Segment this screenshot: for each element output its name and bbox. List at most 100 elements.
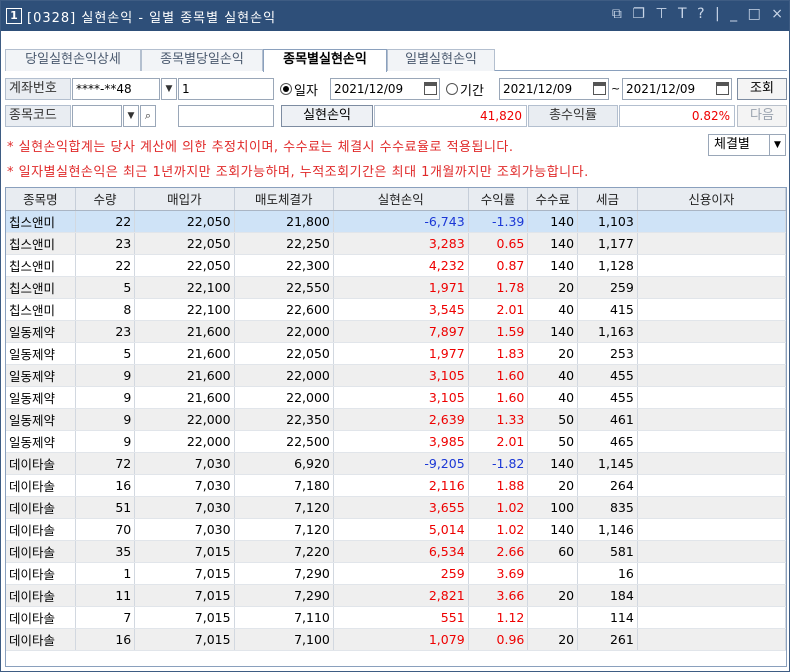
cell-name: 칩스앤미 — [6, 276, 76, 299]
table-row[interactable]: 데이타솔 72 7,030 6,920 -9,205 -1.82 140 1,145 — [6, 452, 786, 475]
table-row[interactable]: 일동제약 9 21,600 22,000 3,105 1.60 40 455 — [6, 364, 786, 387]
tab-stock-realized[interactable]: 종목별실현손익 — [263, 49, 387, 72]
cell-tax: 1,145 — [577, 452, 638, 475]
period-radio[interactable] — [446, 83, 458, 95]
cell-name: 일동제약 — [6, 430, 76, 453]
cell-qty: 22 — [75, 210, 136, 233]
table-row[interactable]: 일동제약 9 21,600 22,000 3,105 1.60 40 455 — [6, 386, 786, 409]
cell-credit-interest — [637, 518, 786, 541]
cell-fee: 40 — [527, 364, 579, 387]
total-return-label: 총수익률 — [528, 105, 618, 127]
col-header-qty[interactable]: 수량 — [75, 188, 136, 211]
minimize-icon[interactable]: _ — [730, 6, 737, 22]
cell-credit-interest — [637, 474, 786, 497]
next-button[interactable]: 다음 — [737, 105, 787, 127]
table-row[interactable]: 데이타솔 51 7,030 7,120 3,655 1.02 100 835 — [6, 496, 786, 519]
cell-qty: 72 — [75, 452, 136, 475]
cell-name: 데이타솔 — [6, 606, 76, 629]
cell-name: 칩스앤미 — [6, 254, 76, 277]
cell-sell-price: 7,100 — [234, 628, 334, 651]
table-row[interactable]: 데이타솔 1 7,015 7,290 259 3.69 16 — [6, 562, 786, 585]
pin-icon[interactable]: ⊤ — [655, 6, 667, 22]
account-sub-input[interactable]: 1 — [178, 78, 274, 100]
font-icon[interactable]: T — [678, 6, 687, 22]
code-input[interactable] — [72, 105, 122, 127]
cell-qty: 8 — [75, 298, 136, 321]
tab-strip: 당일실현손익상세 종목별당일손익 종목별실현손익 일별실현손익 — [5, 49, 787, 72]
table-row[interactable]: 일동제약 23 21,600 22,000 7,897 1.59 140 1,163 — [6, 320, 786, 343]
cell-tax: 253 — [577, 342, 638, 365]
sort-select[interactable]: 체결별 ▼ — [708, 134, 786, 156]
cell-name: 일동제약 — [6, 408, 76, 431]
cell-sell-price: 7,290 — [234, 562, 334, 585]
table-row[interactable]: 데이타솔 70 7,030 7,120 5,014 1.02 140 1,146 — [6, 518, 786, 541]
table-row[interactable]: 칩스앤미 22 22,050 22,300 4,232 0.87 140 1,128 — [6, 254, 786, 277]
col-header-return[interactable]: 수익률 — [468, 188, 529, 211]
cell-fee: 20 — [527, 474, 579, 497]
table-row[interactable]: 데이타솔 35 7,015 7,220 6,534 2.66 60 581 — [6, 540, 786, 563]
col-header-name[interactable]: 종목명 — [6, 188, 76, 211]
code-dropdown-icon[interactable]: ▼ — [123, 105, 139, 127]
cell-credit-interest — [637, 430, 786, 453]
table-row[interactable]: 칩스앤미 5 22,100 22,550 1,971 1.78 20 259 — [6, 276, 786, 299]
account-dropdown-icon[interactable]: ▼ — [161, 78, 177, 100]
cell-sell-price: 22,050 — [234, 342, 334, 365]
col-header-fee[interactable]: 수수료 — [527, 188, 579, 211]
search-icon[interactable]: ⌕ — [140, 105, 156, 127]
table-row[interactable]: 칩스앤미 8 22,100 22,600 3,545 2.01 40 415 — [6, 298, 786, 321]
cell-sell-price: 22,000 — [234, 386, 334, 409]
calendar-icon[interactable] — [593, 82, 606, 95]
tab-stock-today[interactable]: 종목별당일손익 — [141, 49, 263, 71]
table-row[interactable]: 데이타솔 7 7,015 7,110 551 1.12 114 — [6, 606, 786, 629]
cell-name: 일동제약 — [6, 364, 76, 387]
cell-realized-pnl: -6,743 — [333, 210, 469, 233]
help-icon[interactable]: ? — [697, 6, 704, 22]
cell-return: 1.83 — [468, 342, 529, 365]
calendar-icon[interactable] — [716, 82, 729, 95]
link-icon[interactable]: ⧉ — [612, 6, 622, 22]
copy-icon[interactable]: ❐ — [632, 6, 645, 22]
cell-name: 데이타솔 — [6, 518, 76, 541]
col-header-realized-pnl[interactable]: 실현손익 — [333, 188, 469, 211]
cell-fee: 140 — [527, 254, 579, 277]
table-row[interactable]: 칩스앤미 22 22,050 21,800 -6,743 -1.39 140 1,103 — [6, 210, 786, 233]
table-row[interactable]: 데이타솔 16 7,015 7,100 1,079 0.96 20 261 — [6, 628, 786, 651]
chevron-down-icon[interactable]: ▼ — [769, 135, 785, 155]
table-row[interactable]: 데이타솔 11 7,015 7,290 2,821 3.66 20 184 — [6, 584, 786, 607]
cell-realized-pnl: 551 — [333, 606, 469, 629]
result-table[interactable]: 종목명 수량 매입가 매도체결가 실현손익 수익률 수수료 세금 신용이자 칩스… — [5, 187, 787, 667]
date-radio[interactable] — [280, 83, 292, 95]
cell-tax: 1,177 — [577, 232, 638, 255]
account-input[interactable]: ****-**48 — [72, 78, 160, 100]
cell-buy-price: 7,015 — [134, 540, 235, 563]
tab-daily-realized[interactable]: 일별실현손익 — [387, 49, 495, 71]
table-row[interactable]: 일동제약 9 22,000 22,350 2,639 1.33 50 461 — [6, 408, 786, 431]
title-bar: 1 [0328] 실현손익 - 일별 종목별 실현손익 ⧉ ❐ ⊤ T ? | … — [1, 1, 789, 31]
period-to-input[interactable]: 2021/12/09 — [622, 78, 732, 100]
period-from-input[interactable]: 2021/12/09 — [499, 78, 609, 100]
col-header-sell-price[interactable]: 매도체결가 — [234, 188, 334, 211]
cell-qty: 11 — [75, 584, 136, 607]
cell-buy-price: 22,100 — [134, 298, 235, 321]
col-header-credit-interest[interactable]: 신용이자 — [637, 188, 786, 211]
query-button[interactable]: 조회 — [737, 78, 787, 100]
table-row[interactable]: 일동제약 5 21,600 22,050 1,977 1.83 20 253 — [6, 342, 786, 365]
cell-fee — [527, 562, 579, 585]
table-row[interactable]: 칩스앤미 23 22,050 22,250 3,283 0.65 140 1,177 — [6, 232, 786, 255]
cell-fee: 140 — [527, 232, 579, 255]
cell-sell-price: 22,350 — [234, 408, 334, 431]
maximize-icon[interactable]: □ — [748, 6, 761, 22]
col-header-tax[interactable]: 세금 — [577, 188, 638, 211]
col-header-buy-price[interactable]: 매입가 — [134, 188, 235, 211]
cell-realized-pnl: 3,655 — [333, 496, 469, 519]
date-input[interactable]: 2021/12/09 — [330, 78, 440, 100]
table-row[interactable]: 데이타솔 16 7,030 7,180 2,116 1.88 20 264 — [6, 474, 786, 497]
table-row[interactable]: 일동제약 9 22,000 22,500 3,985 2.01 50 465 — [6, 430, 786, 453]
cell-qty: 5 — [75, 342, 136, 365]
close-icon[interactable]: × — [771, 6, 783, 22]
calendar-icon[interactable] — [424, 82, 437, 95]
cell-return: 1.60 — [468, 386, 529, 409]
tab-today-detail[interactable]: 당일실현손익상세 — [5, 49, 141, 71]
cell-tax: 184 — [577, 584, 638, 607]
cell-sell-price: 22,600 — [234, 298, 334, 321]
